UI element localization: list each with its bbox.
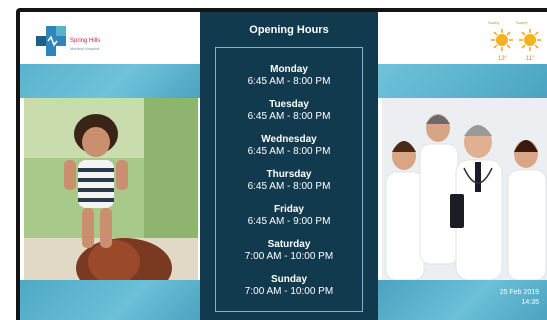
right-panel: Sunny 13° Sunny 11° 25 Feb 2019 14:35: [378, 12, 547, 320]
day-saturday: Saturday 7:00 AM - 10:00 PM: [216, 239, 362, 263]
date-text: 25 Feb 2019: [499, 289, 539, 296]
day-sunday: Sunday 7:00 AM - 10:00 PM: [216, 274, 362, 298]
day-name: Saturday: [267, 239, 311, 250]
opening-hours-list: Monday 6:45 AM - 8:00 PM Tuesday 6:45 AM…: [215, 47, 363, 312]
day-thursday: Thursday 6:45 AM - 8:00 PM: [216, 169, 362, 193]
weather-widget-2: Sunny 11°: [516, 20, 544, 64]
medical-cross-icon: [36, 26, 66, 56]
left-panel: Spring Hills Medical Hospital: [20, 12, 200, 320]
day-name: Monday: [270, 64, 308, 75]
day-hours: 6:45 AM - 8:00 PM: [247, 181, 331, 192]
decorative-band-bottom: [20, 280, 200, 320]
opening-hours-title: Opening Hours: [249, 24, 329, 36]
day-hours: 6:45 AM - 8:00 PM: [247, 146, 331, 157]
day-hours: 7:00 AM - 10:00 PM: [244, 251, 334, 262]
signage-screen: Spring Hills Medical Hospital Opening Ho…: [20, 12, 547, 320]
day-name: Tuesday: [269, 99, 309, 110]
day-hours: 6:45 AM - 8:00 PM: [247, 111, 331, 122]
display-frame: Spring Hills Medical Hospital Opening Ho…: [16, 8, 547, 320]
day-name: Sunday: [270, 274, 308, 285]
day-monday: Monday 6:45 AM - 8:00 PM: [216, 64, 362, 88]
day-tuesday: Tuesday 6:45 AM - 8:00 PM: [216, 99, 362, 123]
weather-widget-1: Sunny 13°: [488, 20, 516, 64]
decorative-band: [20, 64, 200, 98]
decorative-band: [378, 64, 547, 98]
opening-hours-panel: Opening Hours Monday 6:45 AM - 8:00 PM T…: [200, 12, 378, 320]
weather-label: Sunny: [488, 20, 500, 25]
day-hours: 6:45 AM - 9:00 PM: [247, 216, 331, 227]
day-hours: 7:00 AM - 10:00 PM: [244, 286, 334, 297]
sun-icon: [519, 29, 541, 51]
medical-staff-photo: [382, 98, 547, 280]
weather-temp: 13°: [498, 56, 508, 62]
weather-temp: 11°: [526, 56, 535, 62]
logo-subtitle: Medical Hospital: [70, 46, 100, 51]
day-name: Friday: [273, 204, 304, 215]
day-hours: 6:45 AM - 8:00 PM: [247, 76, 331, 87]
weather-label: Sunny: [516, 20, 528, 25]
sun-icon: [491, 29, 513, 51]
medical-staff-illustration: [382, 98, 547, 280]
mother-child-illustration: [24, 98, 198, 280]
day-name: Thursday: [266, 169, 312, 180]
logo-text: Spring Hills Medical Hospital: [70, 38, 100, 52]
mother-child-photo: [24, 98, 198, 280]
day-friday: Friday 6:45 AM - 9:00 PM: [216, 204, 362, 228]
time-text: 14:35: [521, 299, 539, 306]
day-wednesday: Wednesday 6:45 AM - 8:00 PM: [216, 134, 362, 158]
day-name: Wednesday: [261, 134, 317, 145]
datetime-display: 25 Feb 2019 14:35: [500, 288, 539, 308]
logo-name: Spring Hills: [70, 38, 101, 44]
hospital-logo: Spring Hills Medical Hospital: [34, 24, 104, 64]
